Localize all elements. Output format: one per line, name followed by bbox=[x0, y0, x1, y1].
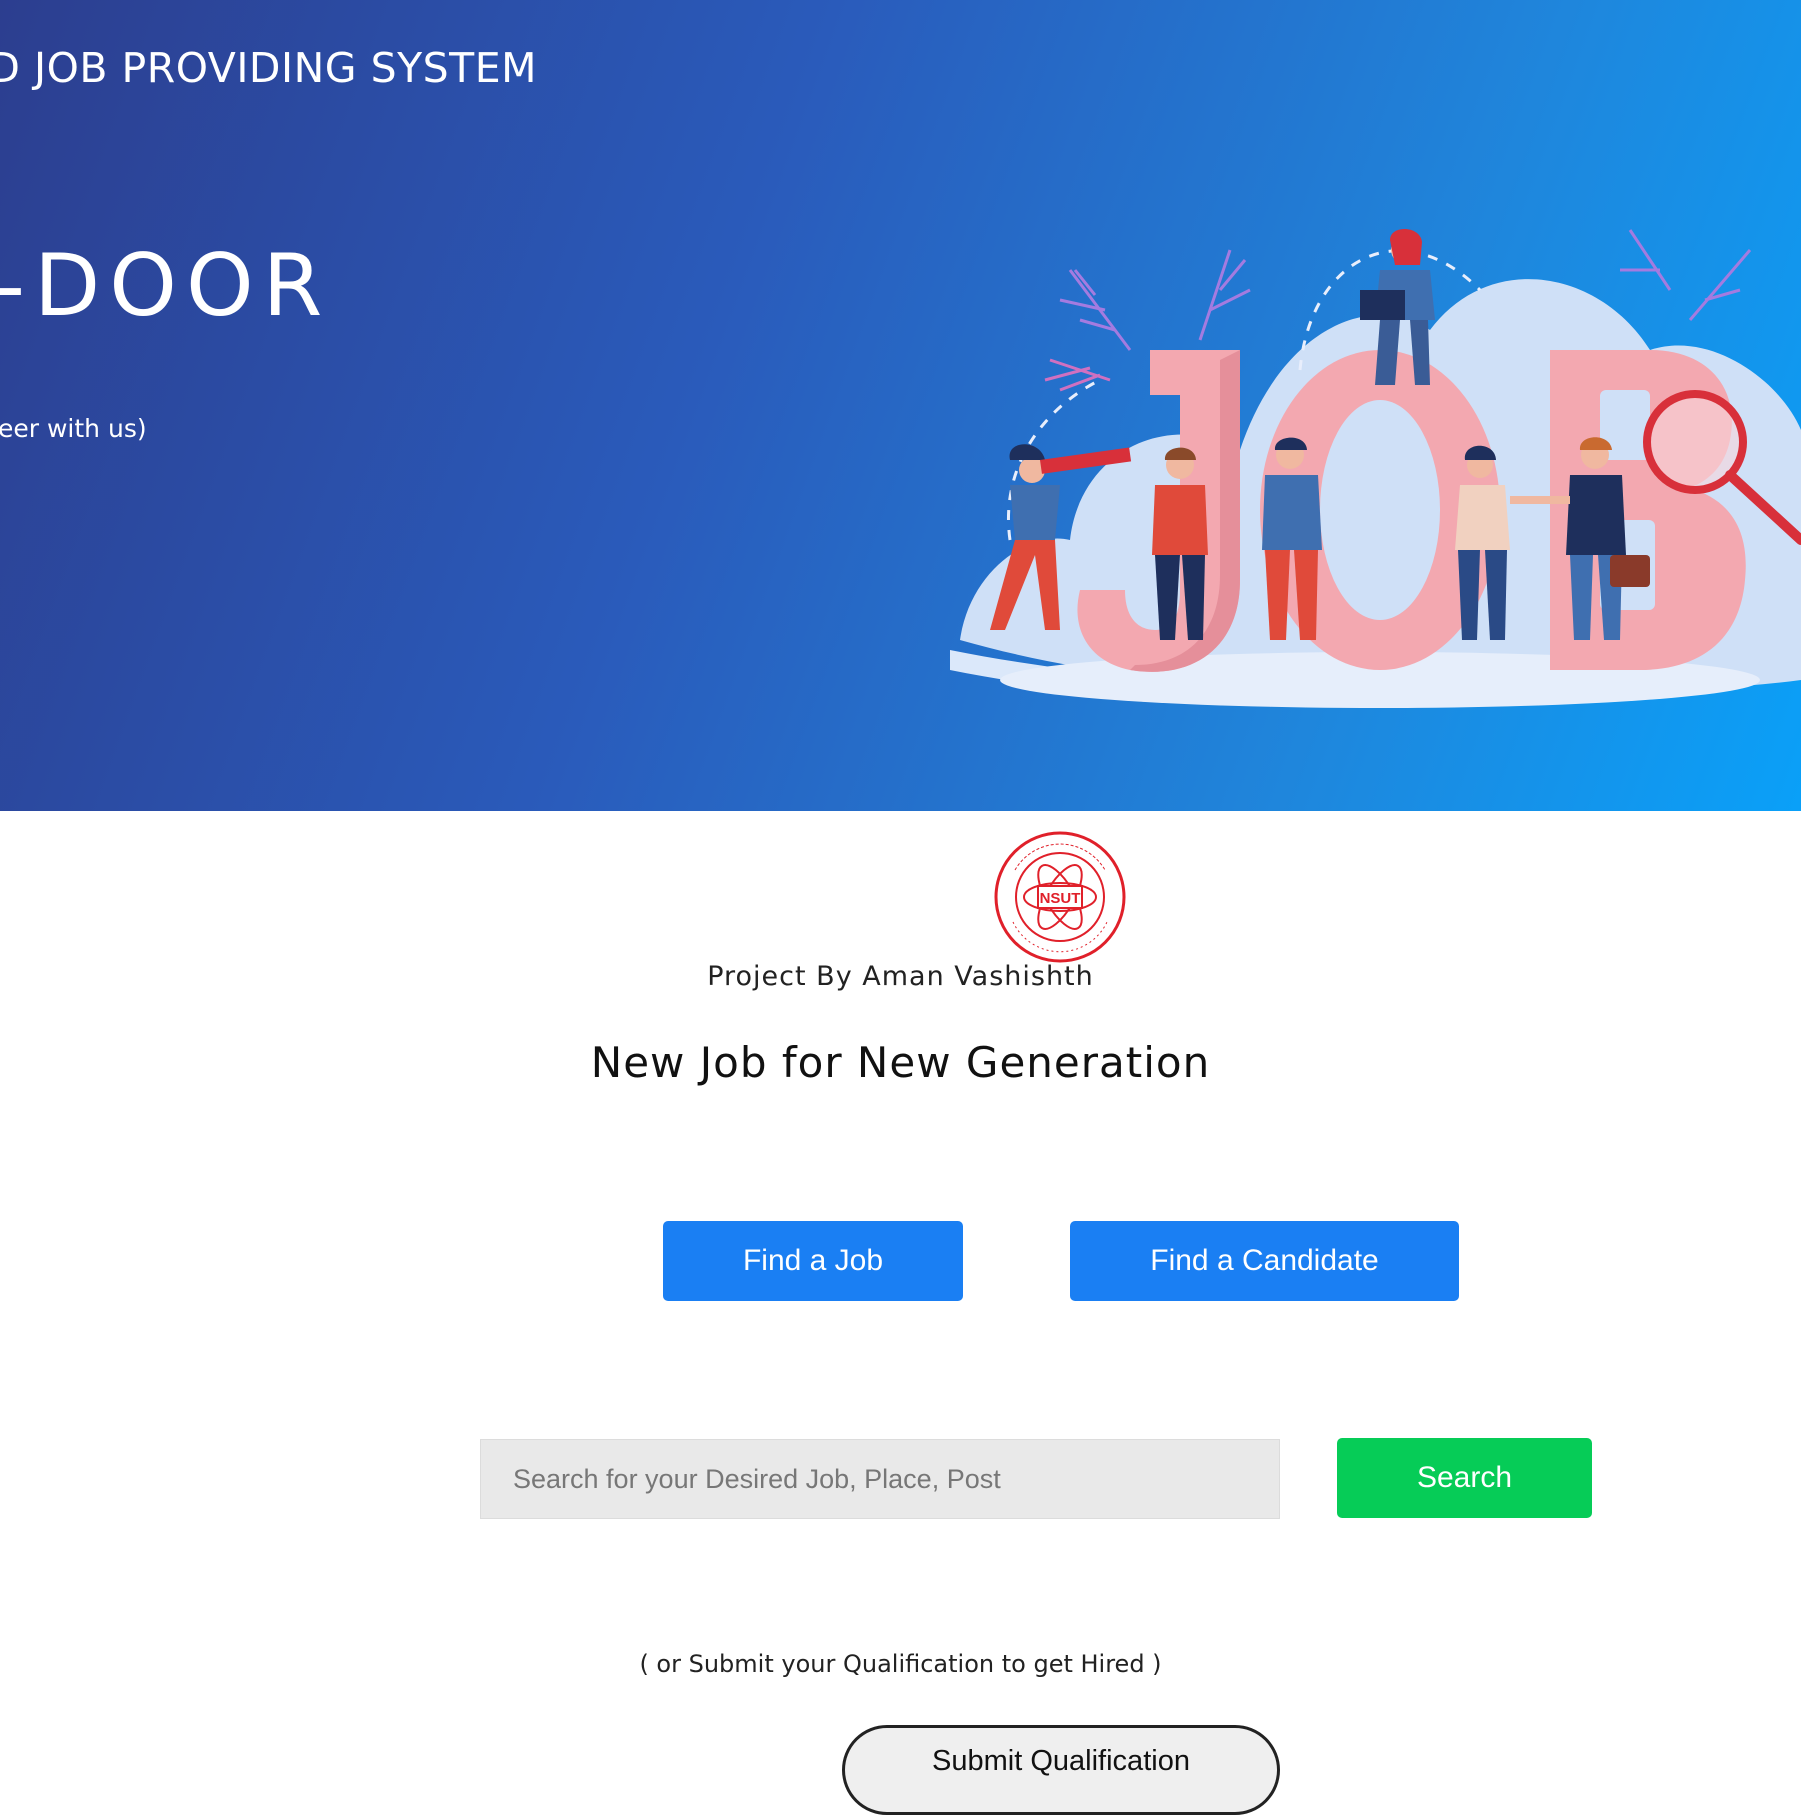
slogan-heading: New Job for New Generation bbox=[590, 1038, 1211, 1087]
project-credit: Project By Aman Vashishth bbox=[707, 961, 1094, 992]
hero-banner: ED JOB PROVIDING SYSTEM -DOOR eer with u… bbox=[0, 0, 1801, 811]
find-candidate-button[interactable]: Find a Candidate bbox=[1070, 1221, 1459, 1301]
job-hunting-illustration bbox=[950, 228, 1801, 708]
site-title: ED JOB PROVIDING SYSTEM bbox=[0, 44, 537, 92]
hero-tagline: eer with us) bbox=[0, 414, 147, 443]
logo-text: NSUT bbox=[1040, 890, 1081, 907]
brand-name: -DOOR bbox=[0, 236, 332, 336]
nsut-logo: NSUT bbox=[994, 831, 1126, 963]
submit-note: ( or Submit your Qualification to get Hi… bbox=[639, 1650, 1162, 1678]
submit-qualification-button[interactable]: Submit Qualification bbox=[842, 1725, 1280, 1815]
search-button[interactable]: Search bbox=[1337, 1438, 1592, 1518]
search-input[interactable] bbox=[480, 1439, 1280, 1519]
find-job-button[interactable]: Find a Job bbox=[663, 1221, 963, 1301]
